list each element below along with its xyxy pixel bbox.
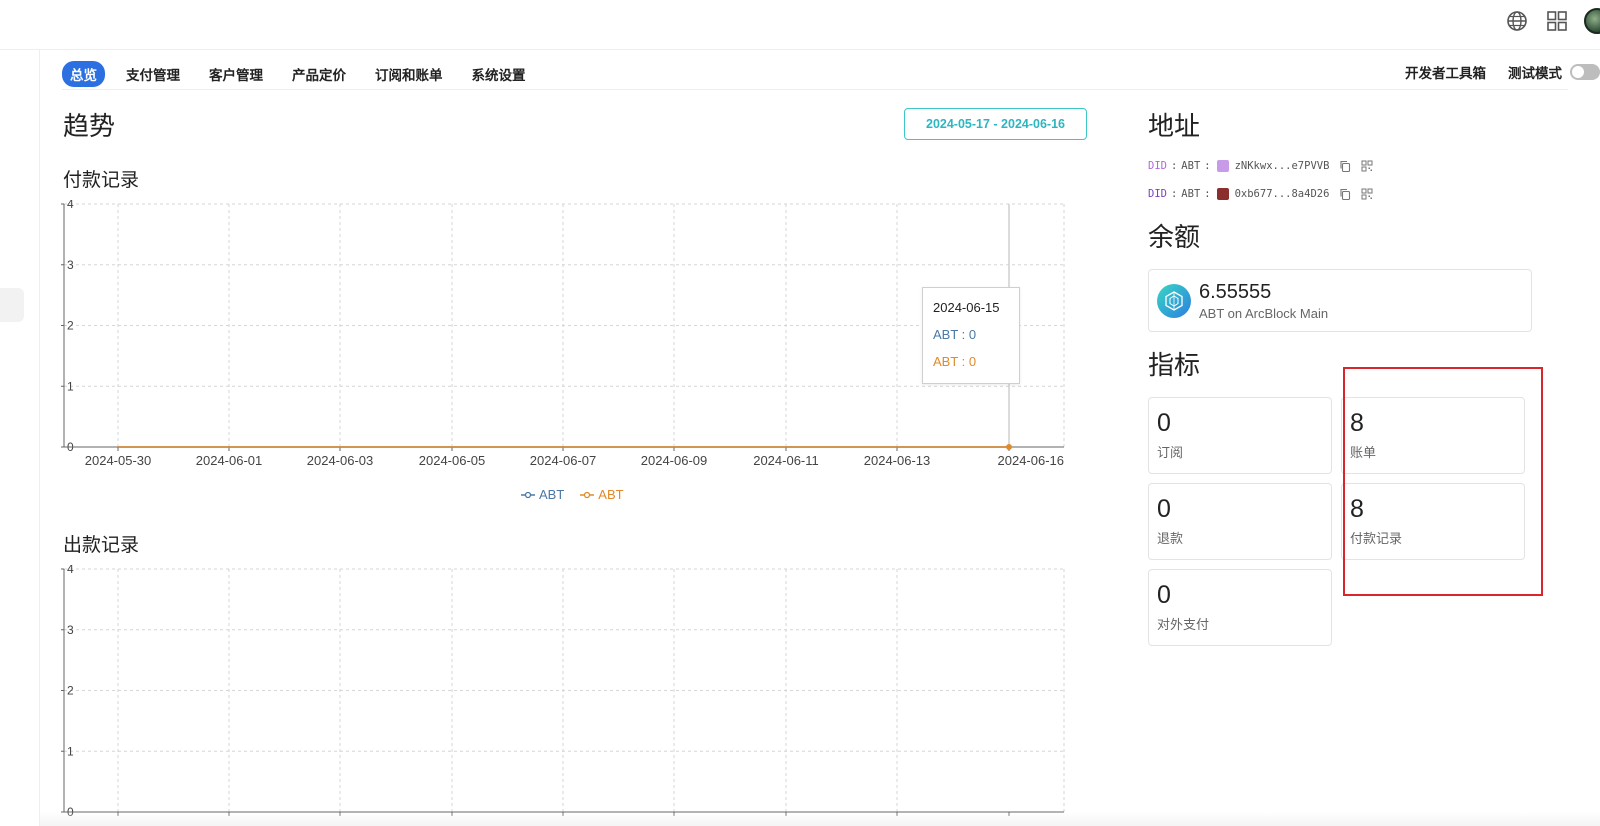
x-tick-label: 2024-06-16	[998, 453, 1065, 468]
payouts-chart: 01234	[61, 565, 1065, 819]
avatar[interactable]	[1584, 8, 1600, 34]
sidebar	[0, 50, 40, 826]
metric-value: 0	[1157, 581, 1171, 609]
nav-divider	[62, 89, 1568, 90]
x-tick-label: 2024-06-07	[530, 453, 597, 468]
y-tick-label: 3	[67, 623, 74, 637]
trend-title: 趋势	[63, 111, 116, 141]
sidebar-selected-item[interactable]	[0, 288, 24, 322]
y-tick-label: 1	[67, 379, 74, 393]
x-tick-label: 2024-06-01	[196, 453, 263, 468]
chart-legend: ABT ABT	[521, 487, 624, 502]
legend-item-abt-2[interactable]: ABT	[580, 487, 624, 502]
tab-payments[interactable]: 支付管理	[118, 61, 188, 87]
metric-payouts[interactable]: 0 对外支付	[1148, 569, 1332, 646]
metric-label: 对外支付	[1157, 617, 1210, 632]
chart-tooltip: 2024-06-15 ABT : 0 ABT : 0	[922, 287, 1020, 384]
x-tick-label: 2024-06-05	[419, 453, 486, 468]
balance-amount: 6.55555	[1199, 280, 1272, 303]
did-prefix: DID	[1148, 160, 1167, 172]
did-chain: ABT	[1181, 160, 1201, 172]
x-tick-label: 2024-05-30	[85, 453, 152, 468]
tooltip-row: ABT : 0	[933, 327, 977, 342]
address-title: 地址	[1148, 111, 1201, 141]
tooltip-row: ABT : 0	[933, 354, 977, 369]
date-range-picker[interactable]: 2024-05-17 - 2024-06-16	[904, 108, 1087, 140]
balance-card: 6.55555 ABT on ArcBlock Main	[1148, 269, 1532, 332]
active-data-point	[1006, 444, 1012, 450]
legend-label: ABT	[598, 487, 624, 502]
did-sep: :	[1204, 160, 1211, 172]
balance-text: 6.55555 ABT on ArcBlock Main	[1199, 281, 1328, 321]
did-prefix: DID	[1148, 188, 1167, 200]
testmode-control: 测试模式	[1508, 62, 1600, 82]
y-tick-label: 4	[67, 565, 74, 576]
metric-value: 0	[1157, 495, 1171, 523]
metric-label: 退款	[1157, 531, 1184, 546]
legend-label: ABT	[539, 487, 565, 502]
did-sep: :	[1204, 188, 1211, 200]
main-nav: 总览 支付管理 客户管理 产品定价 订阅和账单 系统设置 开发者工具箱 测试模式	[62, 58, 1600, 90]
nav-right: 开发者工具箱 测试模式	[1405, 62, 1600, 82]
testmode-toggle[interactable]	[1570, 64, 1600, 80]
tab-customers[interactable]: 客户管理	[201, 61, 271, 87]
x-tick-label: 2024-06-09	[641, 453, 708, 468]
copy-icon[interactable]	[1339, 188, 1351, 200]
did-sep: :	[1170, 188, 1178, 200]
testmode-label: 测试模式	[1508, 66, 1562, 81]
nav-tabs: 总览 支付管理 客户管理 产品定价 订阅和账单 系统设置	[62, 61, 547, 87]
y-tick-label: 3	[67, 258, 74, 272]
tab-settings[interactable]: 系统设置	[464, 61, 534, 87]
metric-refunds[interactable]: 0 退款	[1148, 483, 1332, 560]
did-value[interactable]: 0xb677...8a4D26	[1235, 188, 1330, 200]
top-actions	[1504, 8, 1600, 34]
qr-code-icon[interactable]	[1361, 160, 1373, 172]
payments-chart-title: 付款记录	[63, 170, 140, 191]
did-sep: :	[1170, 160, 1178, 172]
tab-subscriptions[interactable]: 订阅和账单	[367, 61, 451, 87]
arcblock-logo-icon	[1157, 283, 1191, 318]
globe-icon[interactable]	[1504, 8, 1530, 34]
did-value[interactable]: zNKkwx...e7PVVB	[1235, 160, 1330, 172]
metric-subscriptions[interactable]: 0 订阅	[1148, 397, 1332, 474]
did-chain: ABT	[1181, 188, 1201, 200]
copy-icon[interactable]	[1339, 160, 1351, 172]
x-tick-label: 2024-06-13	[864, 453, 931, 468]
metric-value: 0	[1157, 409, 1171, 437]
metric-label: 订阅	[1157, 445, 1184, 460]
payouts-chart-title: 出款记录	[63, 535, 140, 556]
y-tick-label: 2	[67, 319, 74, 333]
bottom-scroll-fade	[40, 812, 1600, 826]
did-address-row: DID : ABT : 0xb677...8a4D26	[1148, 188, 1373, 200]
did-avatar-icon	[1216, 160, 1229, 172]
did-avatar-icon	[1216, 188, 1229, 200]
y-tick-label: 1	[67, 744, 74, 758]
highlight-annotation	[1343, 367, 1543, 596]
y-tick-label: 2	[67, 684, 74, 698]
y-tick-label: 4	[67, 200, 74, 211]
balance-chain: ABT on ArcBlock Main	[1199, 305, 1329, 321]
did-address-row: DID : ABT : zNKkwx...e7PVVB	[1148, 160, 1373, 172]
tooltip-date: 2024-06-15	[933, 300, 1000, 315]
metrics-title: 指标	[1148, 350, 1201, 380]
x-tick-label: 2024-06-11	[753, 453, 819, 468]
legend-item-abt-1[interactable]: ABT	[521, 487, 564, 502]
tab-overview[interactable]: 总览	[62, 61, 105, 87]
top-bar	[0, 0, 1600, 50]
balance-title: 余额	[1148, 222, 1201, 252]
x-tick-label: 2024-06-03	[307, 453, 374, 468]
tab-pricing[interactable]: 产品定价	[284, 61, 354, 87]
apps-grid-icon[interactable]	[1544, 8, 1570, 34]
devtools-link[interactable]: 开发者工具箱	[1405, 62, 1486, 82]
qr-code-icon[interactable]	[1361, 188, 1373, 200]
